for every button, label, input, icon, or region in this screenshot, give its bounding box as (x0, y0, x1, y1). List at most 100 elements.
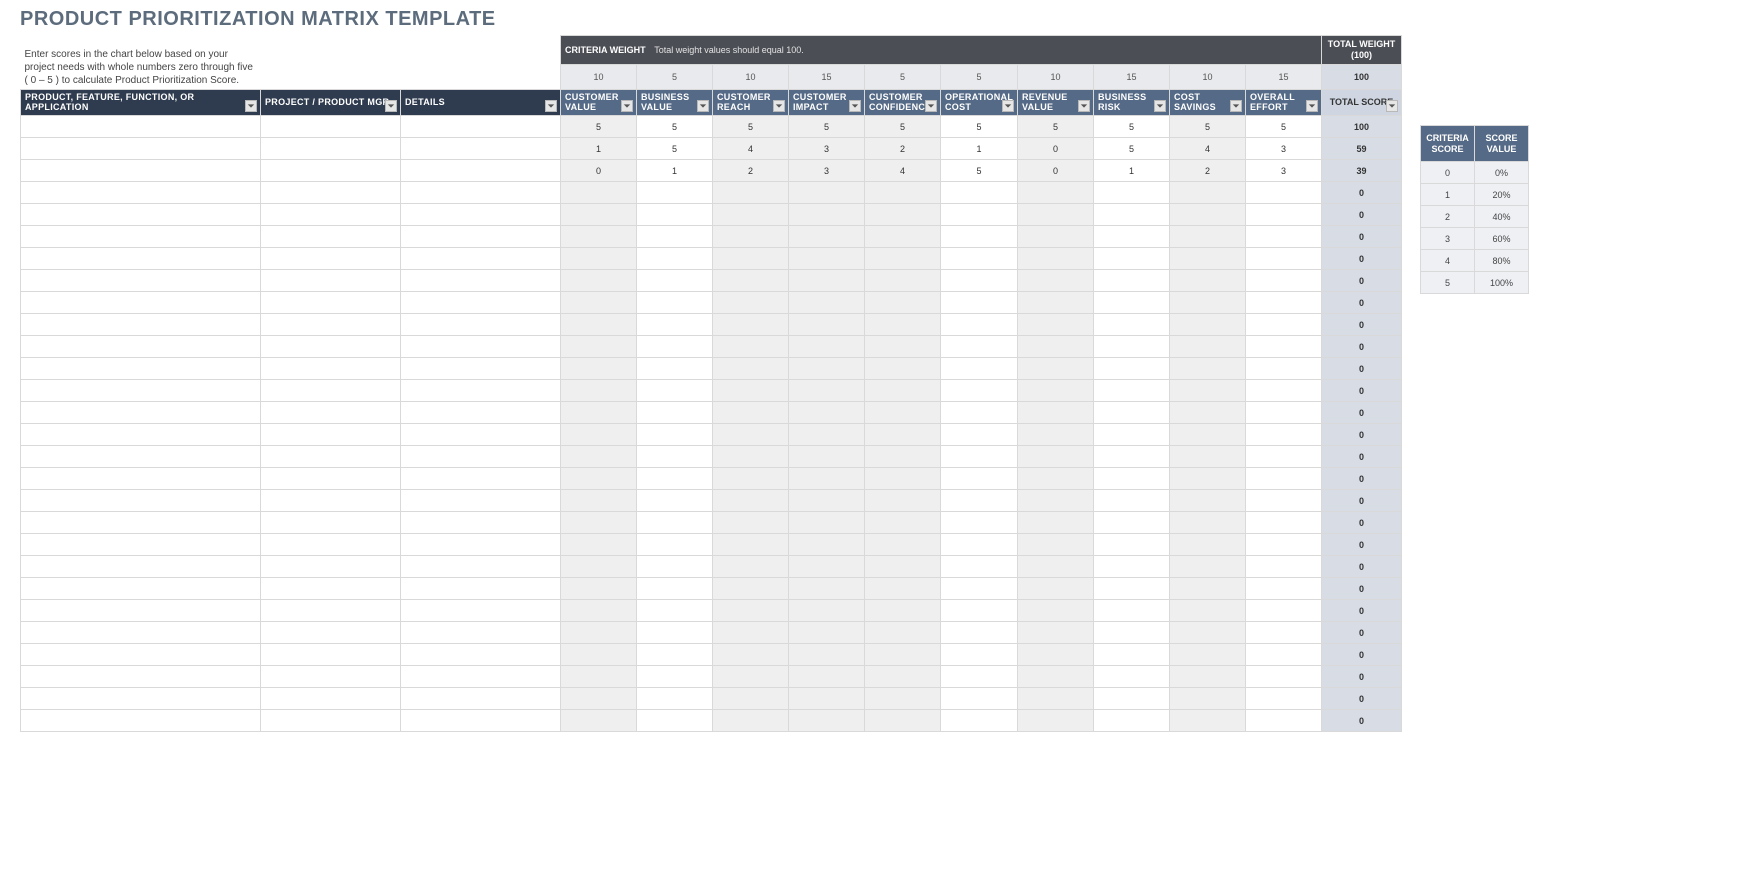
score-cell[interactable] (1093, 226, 1169, 248)
data-cell[interactable] (21, 710, 261, 732)
score-cell[interactable] (789, 512, 865, 534)
score-cell[interactable] (1169, 622, 1245, 644)
criteria-header[interactable]: BUSINESS VALUE (637, 89, 713, 116)
data-cell[interactable] (401, 710, 561, 732)
data-cell[interactable] (21, 534, 261, 556)
score-cell[interactable] (941, 622, 1018, 644)
data-cell[interactable] (261, 710, 401, 732)
column-header[interactable]: DETAILS (401, 89, 561, 116)
score-cell[interactable]: 2 (865, 138, 941, 160)
score-cell[interactable] (561, 358, 637, 380)
score-cell[interactable]: 5 (713, 116, 789, 138)
data-cell[interactable] (21, 248, 261, 270)
score-cell[interactable] (1245, 556, 1321, 578)
score-cell[interactable] (941, 446, 1018, 468)
score-cell[interactable] (1169, 358, 1245, 380)
score-cell[interactable] (1169, 468, 1245, 490)
criteria-header[interactable]: CUSTOMER VALUE (561, 89, 637, 116)
score-cell[interactable] (713, 490, 789, 512)
score-cell[interactable] (941, 424, 1018, 446)
score-cell[interactable] (561, 182, 637, 204)
data-cell[interactable] (401, 292, 561, 314)
score-cell[interactable] (1017, 292, 1093, 314)
score-cell[interactable] (1245, 622, 1321, 644)
score-cell[interactable] (865, 600, 941, 622)
score-cell[interactable] (637, 578, 713, 600)
score-cell[interactable] (789, 292, 865, 314)
score-cell[interactable] (637, 556, 713, 578)
criteria-header[interactable]: CUSTOMER CONFIDENCE (865, 89, 941, 116)
data-cell[interactable] (21, 468, 261, 490)
data-cell[interactable] (401, 600, 561, 622)
score-cell[interactable] (1169, 556, 1245, 578)
score-cell[interactable] (1017, 226, 1093, 248)
score-cell[interactable]: 1 (637, 160, 713, 182)
data-cell[interactable] (261, 380, 401, 402)
score-cell[interactable] (1093, 556, 1169, 578)
data-cell[interactable] (401, 182, 561, 204)
score-cell[interactable] (865, 512, 941, 534)
total-score-header[interactable]: TOTAL SCORE (1321, 89, 1401, 116)
data-cell[interactable] (261, 578, 401, 600)
score-cell[interactable] (941, 578, 1018, 600)
score-cell[interactable] (789, 644, 865, 666)
score-cell[interactable] (1093, 600, 1169, 622)
filter-dropdown-icon[interactable] (925, 100, 937, 112)
score-cell[interactable] (713, 336, 789, 358)
score-cell[interactable] (713, 600, 789, 622)
criteria-weight-cell[interactable]: 10 (1169, 65, 1245, 89)
data-cell[interactable] (261, 314, 401, 336)
filter-dropdown-icon[interactable] (849, 100, 861, 112)
score-cell[interactable] (713, 270, 789, 292)
score-cell[interactable] (1017, 424, 1093, 446)
score-cell[interactable] (1169, 380, 1245, 402)
score-cell[interactable] (1017, 182, 1093, 204)
score-cell[interactable] (789, 446, 865, 468)
score-cell[interactable] (789, 534, 865, 556)
score-cell[interactable] (637, 424, 713, 446)
score-cell[interactable] (865, 644, 941, 666)
data-cell[interactable] (401, 138, 561, 160)
score-cell[interactable] (713, 512, 789, 534)
criteria-header[interactable]: REVENUE VALUE (1017, 89, 1093, 116)
score-cell[interactable] (1093, 468, 1169, 490)
score-cell[interactable]: 4 (713, 138, 789, 160)
criteria-header[interactable]: OPERATIONAL COST (941, 89, 1018, 116)
data-cell[interactable] (21, 358, 261, 380)
score-cell[interactable] (789, 578, 865, 600)
data-cell[interactable] (21, 402, 261, 424)
score-cell[interactable] (1245, 446, 1321, 468)
score-cell[interactable] (789, 600, 865, 622)
data-cell[interactable] (21, 138, 261, 160)
score-cell[interactable]: 0 (1017, 138, 1093, 160)
score-cell[interactable] (1017, 600, 1093, 622)
score-cell[interactable] (1169, 600, 1245, 622)
score-cell[interactable] (1093, 292, 1169, 314)
data-cell[interactable] (261, 534, 401, 556)
data-cell[interactable] (261, 666, 401, 688)
data-cell[interactable] (21, 292, 261, 314)
score-cell[interactable] (637, 710, 713, 732)
score-cell[interactable] (1169, 534, 1245, 556)
data-cell[interactable] (261, 622, 401, 644)
score-cell[interactable]: 2 (713, 160, 789, 182)
score-cell[interactable] (1245, 512, 1321, 534)
score-cell[interactable] (637, 446, 713, 468)
score-cell[interactable] (1093, 182, 1169, 204)
score-cell[interactable] (713, 468, 789, 490)
data-cell[interactable] (261, 116, 401, 138)
data-cell[interactable] (21, 116, 261, 138)
score-cell[interactable] (637, 402, 713, 424)
filter-dropdown-icon[interactable] (1306, 100, 1318, 112)
score-cell[interactable]: 5 (1169, 116, 1245, 138)
data-cell[interactable] (401, 622, 561, 644)
score-cell[interactable] (1093, 204, 1169, 226)
score-cell[interactable] (1017, 402, 1093, 424)
data-cell[interactable] (261, 336, 401, 358)
score-cell[interactable] (941, 490, 1018, 512)
score-cell[interactable] (713, 666, 789, 688)
data-cell[interactable] (401, 490, 561, 512)
score-cell[interactable] (1169, 644, 1245, 666)
criteria-weight-cell[interactable]: 15 (1245, 65, 1321, 89)
score-cell[interactable] (1169, 248, 1245, 270)
